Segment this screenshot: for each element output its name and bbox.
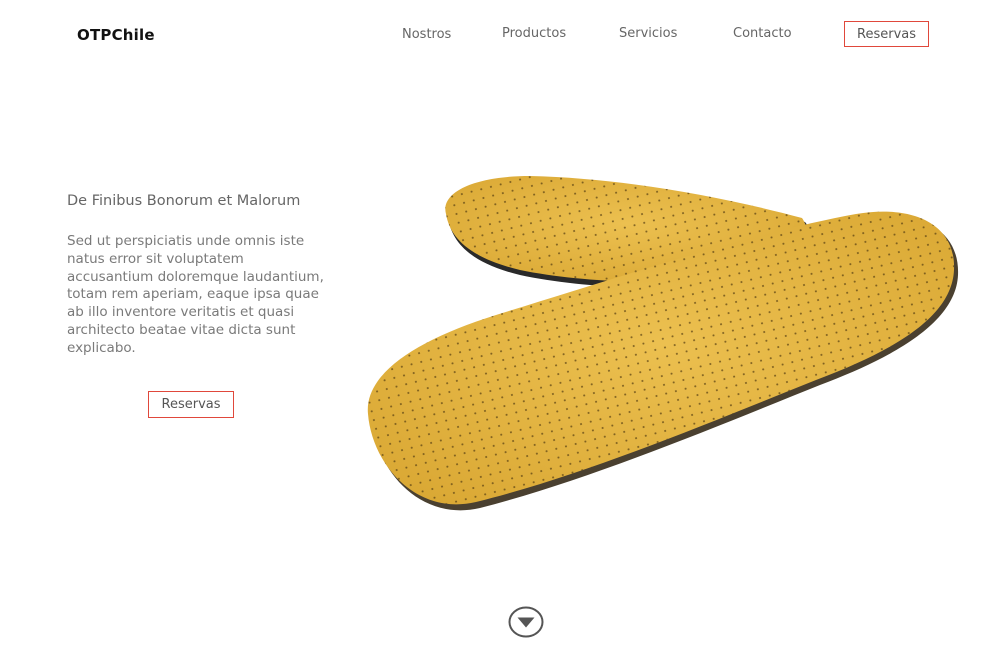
nav-link-servicios[interactable]: Servicios (619, 26, 677, 41)
site-logo[interactable]: OTPChile (77, 26, 155, 44)
scroll-down-icon[interactable] (508, 606, 544, 638)
hero-title: De Finibus Bonorum et Malorum (67, 193, 301, 209)
hero-description: Sed ut perspiciatis unde omnis iste natu… (67, 233, 324, 356)
hero-reserve-button[interactable]: Reservas (148, 391, 234, 418)
nav-reserve-button[interactable]: Reservas (844, 21, 929, 47)
nav-link-nostros[interactable]: Nostros (402, 27, 451, 42)
nav-link-productos[interactable]: Productos (502, 26, 566, 41)
insoles-image (367, 176, 959, 511)
nav-link-contacto[interactable]: Contacto (733, 26, 792, 41)
